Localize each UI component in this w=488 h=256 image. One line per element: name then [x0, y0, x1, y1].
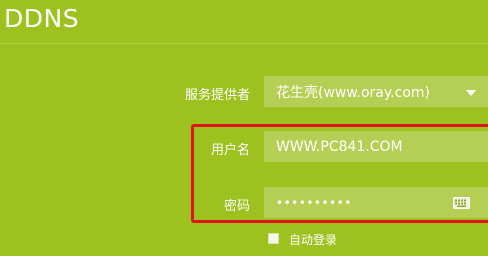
chevron-down-icon[interactable] — [466, 89, 476, 96]
title-divider — [0, 43, 488, 44]
auto-login-label[interactable]: 自动登录 — [289, 231, 337, 248]
highlight-box — [191, 124, 488, 223]
provider-value: 花生壳(www.oray.com) — [276, 84, 430, 101]
page-title: DDNS — [4, 4, 80, 33]
provider-label: 服务提供者 — [184, 88, 250, 103]
provider-select[interactable]: 花生壳(www.oray.com) — [264, 76, 488, 107]
auto-login-checkbox[interactable] — [268, 233, 279, 244]
